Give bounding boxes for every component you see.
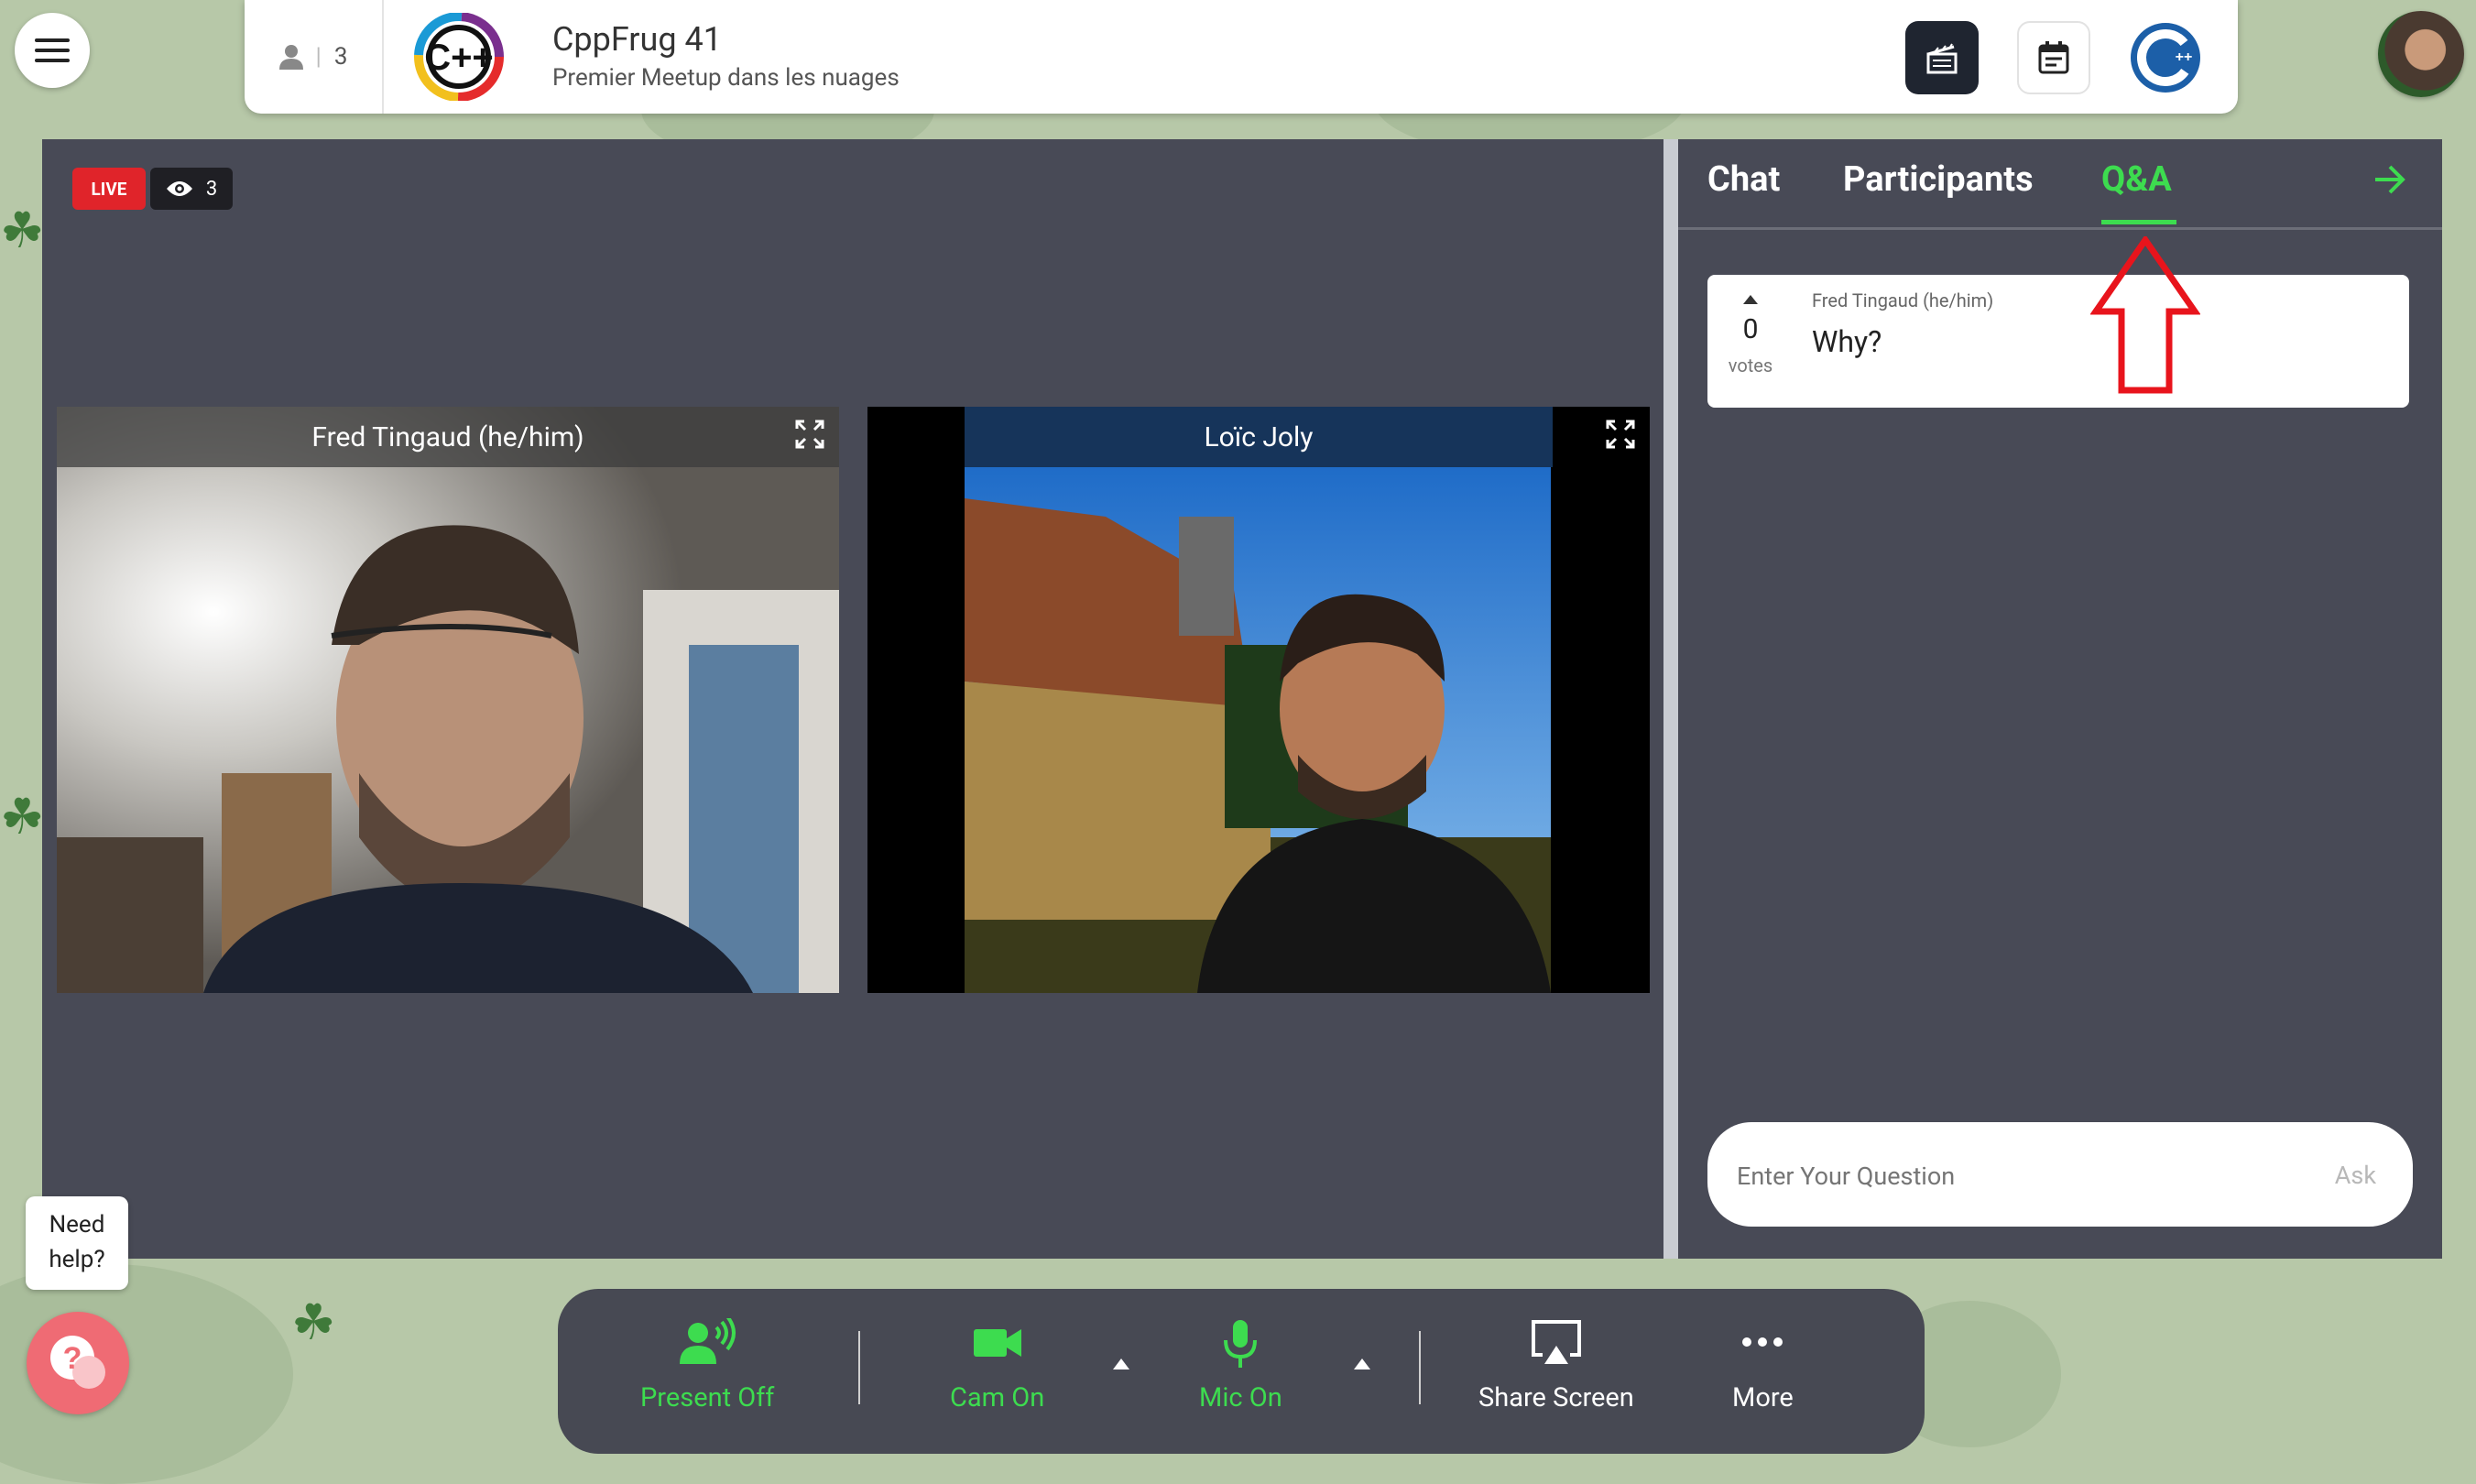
tab-participants[interactable]: Participants <box>1843 159 2034 200</box>
more-label: More <box>1732 1382 1794 1413</box>
organization-logo-button[interactable]: ++ <box>2129 21 2202 94</box>
cpp-circle-logo-icon: ++ <box>2131 23 2200 93</box>
camera-label: Cam On <box>950 1382 1045 1413</box>
main-menu-button[interactable] <box>15 13 90 88</box>
ask-button[interactable]: Ask <box>2335 1161 2376 1190</box>
video-stage: LIVE 3 Fred Tingaud (he/him) Loïc Joly <box>42 139 1663 1259</box>
participant-name: Loïc Joly <box>1204 420 1314 453</box>
present-toggle-button[interactable]: Present Off <box>640 1318 774 1413</box>
camera-toggle-button[interactable]: Cam On <box>950 1318 1044 1413</box>
event-header: | 3 C++ CppFrug 41 Premier Meetup dans l… <box>245 0 2238 114</box>
mic-label: Mic On <box>1199 1382 1282 1413</box>
share-screen-button[interactable]: Share Screen <box>1478 1318 1634 1413</box>
toolbar-divider <box>1419 1331 1421 1404</box>
video-camera-icon <box>973 1329 1021 1357</box>
question-input[interactable] <box>1735 1161 2252 1192</box>
clover-decoration: ☘ <box>0 202 45 260</box>
participant-count: 3 <box>333 43 348 71</box>
mic-options-caret-icon[interactable] <box>1354 1359 1370 1369</box>
svg-text:?: ? <box>63 1341 82 1376</box>
clapperboard-icon <box>1926 43 1958 74</box>
present-label: Present Off <box>640 1382 775 1413</box>
viewer-count: 3 <box>205 177 218 201</box>
event-title: CppFrug 41 <box>552 20 722 59</box>
clover-decoration: ☘ <box>291 1294 336 1352</box>
participant-name: Fred Tingaud (he/him) <box>311 420 584 453</box>
video-tile-header: Loïc Joly <box>965 407 1553 467</box>
annotation-arrow-icon <box>2090 236 2200 394</box>
ask-question-form: Ask <box>1707 1122 2413 1227</box>
help-tooltip: Need help? <box>26 1196 128 1290</box>
tab-chat[interactable]: Chat <box>1707 159 1780 200</box>
tab-divider <box>1678 227 2442 230</box>
media-toolbar: Present Off Cam On Mic On Share Screen M… <box>558 1289 1925 1454</box>
question-card: 0 votes Fred Tingaud (he/him) Why? <box>1707 275 2409 408</box>
participant-video <box>57 407 839 993</box>
participant-counter[interactable]: | 3 <box>245 0 384 114</box>
toolbar-divider <box>858 1331 860 1404</box>
participant-video <box>867 407 1650 993</box>
schedule-button[interactable] <box>2017 21 2090 94</box>
live-badge: LIVE <box>72 168 146 210</box>
side-panel: Chat Participants Q&A 0 votes Fred Tinga… <box>1678 139 2442 1259</box>
question-text: Why? <box>1812 324 1882 359</box>
vote-widget: 0 votes <box>1707 275 1794 408</box>
more-dots-icon <box>1742 1337 1783 1347</box>
event-subtitle: Premier Meetup dans les nuages <box>552 64 900 92</box>
more-options-button[interactable]: More <box>1732 1318 1794 1413</box>
vote-count: 0 <box>1742 313 1759 345</box>
share-screen-label: Share Screen <box>1478 1382 1634 1413</box>
mic-toggle-button[interactable]: Mic On <box>1199 1318 1282 1413</box>
camera-options-caret-icon[interactable] <box>1113 1359 1129 1369</box>
help-button[interactable]: ? <box>27 1312 129 1414</box>
collapse-panel-arrow-icon[interactable] <box>2372 163 2408 196</box>
calendar-icon <box>2038 41 2069 74</box>
svg-text:++: ++ <box>2176 49 2193 65</box>
video-tile-header: Fred Tingaud (he/him) <box>57 407 839 467</box>
person-icon <box>278 45 303 70</box>
fullscreen-icon[interactable] <box>795 420 824 449</box>
user-avatar[interactable] <box>2378 11 2464 97</box>
eye-icon <box>166 181 192 196</box>
viewer-count-badge: 3 <box>150 168 233 210</box>
video-tile[interactable]: Loïc Joly <box>867 407 1650 993</box>
microphone-icon <box>1224 1320 1258 1368</box>
backstage-button[interactable] <box>1905 21 1979 94</box>
svg-text:C++: C++ <box>424 38 494 78</box>
question-author: Fred Tingaud (he/him) <box>1812 289 1994 311</box>
votes-label: votes <box>1728 355 1773 376</box>
panel-edge <box>1663 139 1678 1259</box>
hamburger-icon <box>35 38 70 62</box>
help-chat-icon: ? <box>50 1336 105 1389</box>
active-tab-indicator <box>2101 220 2176 224</box>
counter-divider: | <box>315 43 322 71</box>
cpp-logo: C++ <box>414 13 504 101</box>
tab-qa[interactable]: Q&A <box>2101 159 2172 200</box>
video-tile[interactable]: Fred Tingaud (he/him) <box>57 407 839 993</box>
help-text-line2: help? <box>49 1246 105 1273</box>
help-text-line1: Need <box>49 1211 105 1238</box>
clover-decoration: ☘ <box>0 789 45 846</box>
fullscreen-icon[interactable] <box>1606 420 1635 449</box>
screen-share-icon <box>1531 1320 1581 1364</box>
presenter-icon <box>680 1318 736 1364</box>
upvote-icon[interactable] <box>1741 293 1760 306</box>
